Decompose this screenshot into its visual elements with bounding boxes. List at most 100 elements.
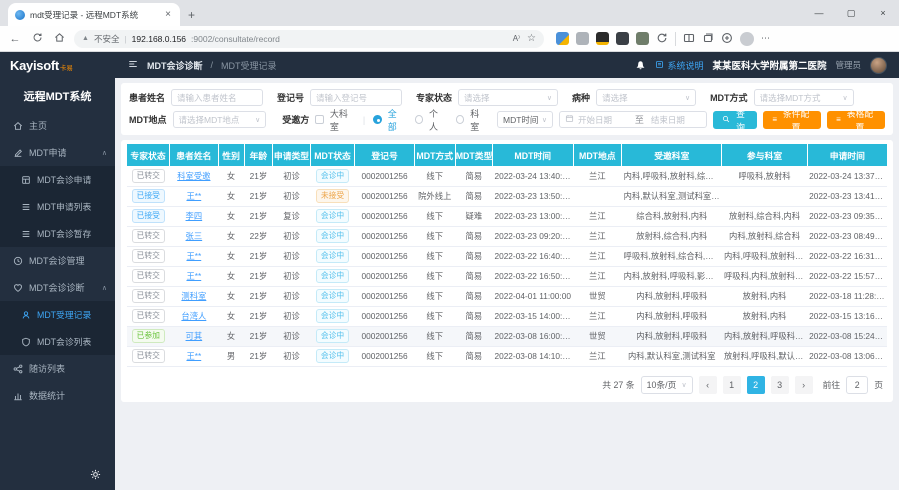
patient-name-link[interactable]: 台湾人 (181, 311, 206, 321)
collections-icon[interactable] (702, 32, 714, 46)
mdt-place-select[interactable]: 请选择MDT地点∨ (173, 111, 267, 128)
table-cell: 简易 (455, 186, 492, 206)
table-row[interactable]: 已转交王**女21岁初诊会诊中0002001256线下简易2022-03-22 … (127, 246, 887, 266)
big-dept-checkbox[interactable] (315, 115, 324, 124)
sidebar-item-0[interactable]: 主页 (0, 112, 115, 139)
sidebar-subitem-3-0[interactable]: MDT受理记录 (0, 301, 115, 328)
table-cell: 已转交 (127, 166, 170, 186)
not-secure-warning-icon: ▲ (82, 35, 89, 42)
sidebar-item-3[interactable]: MDT会诊诊断∧ (0, 274, 115, 301)
reload-icon[interactable] (30, 32, 44, 46)
page-button-3[interactable]: 3 (771, 376, 789, 394)
radio-dept[interactable] (456, 115, 465, 124)
table-row[interactable]: 已接受王**女21岁初诊未接受0002001256院外线上简易2022-03-2… (127, 186, 887, 206)
sync-icon[interactable] (656, 32, 668, 46)
sidebar-item-2[interactable]: MDT会诊管理 (0, 247, 115, 274)
register-no-input[interactable] (310, 89, 402, 106)
patient-name-link[interactable]: 王** (186, 191, 201, 201)
table-cell: 2022-03-23 13:50:00 (492, 186, 573, 206)
new-tab-button[interactable]: + (188, 8, 195, 22)
url-field[interactable]: ▲ 不安全 | 192.168.0.156:9002/consultate/re… (74, 30, 544, 48)
sidebar-item-4[interactable]: 随访列表 (0, 355, 115, 382)
patient-name-link[interactable]: 测科室 (181, 291, 206, 301)
table-cell: 会诊中 (310, 346, 355, 366)
user-avatar[interactable] (870, 57, 887, 74)
table-row[interactable]: 已转交台湾人女21岁初诊会诊中0002001256线下简易2022-03-15 … (127, 306, 887, 326)
notification-bell-icon[interactable] (635, 59, 646, 72)
prev-page-button[interactable]: ‹ (699, 376, 717, 394)
extension-icon-4[interactable] (616, 32, 629, 45)
table-row[interactable]: 已接受李四女21岁复诊会诊中0002001256线下疑难2022-03-23 1… (127, 206, 887, 226)
settings-more-icon[interactable]: ⋯ (761, 33, 770, 44)
url-path: :9002/consultate/record (191, 34, 280, 44)
table-cell: 初诊 (273, 286, 310, 306)
disease-select[interactable]: 请选择∨ (596, 89, 696, 106)
split-screen-icon[interactable] (683, 32, 695, 46)
table-row[interactable]: 已转交王**女21岁初诊会诊中0002001256线下简易2022-03-22 … (127, 266, 887, 286)
column-header: 年龄 (244, 144, 273, 166)
chevron-down-icon: ∨ (547, 94, 552, 102)
patient-name-link[interactable]: 科室受邀 (177, 171, 210, 181)
sidebar-item-1[interactable]: MDT申请∧ (0, 139, 115, 166)
patient-name-link[interactable]: 王** (186, 351, 201, 361)
page-button-1[interactable]: 1 (723, 376, 741, 394)
date-range-picker[interactable]: 开始日期 至 结束日期 (559, 111, 707, 128)
table-row[interactable]: 已转交测科室女21岁初诊会诊中0002001256线下简易2022-04-01 … (127, 286, 887, 306)
patient-name-link[interactable]: 可其 (186, 331, 203, 341)
table-config-button[interactable]: ≡表格配置 (827, 111, 885, 129)
mdt-status-badge: 会诊中 (316, 309, 349, 323)
read-aloud-icon[interactable]: A⁾ (513, 34, 520, 43)
table-row[interactable]: 已转交张三女22岁初诊会诊中0002001256线下简易2022-03-23 0… (127, 226, 887, 246)
browser-essentials-icon[interactable] (721, 32, 733, 46)
sidebar-subitem-1-0[interactable]: MDT会诊申请 (0, 166, 115, 193)
hospital-name: 某某医科大学附属第二医院 (712, 58, 826, 72)
browser-tab[interactable]: mdt受理记录 - 远程MDT系统 × (8, 3, 180, 26)
extension-icon-1[interactable] (556, 32, 569, 45)
page-size-select[interactable]: 10条/页∨ (641, 376, 693, 394)
patient-name-link[interactable]: 张三 (186, 231, 203, 241)
condition-config-button[interactable]: ≡条件配置 (763, 111, 821, 129)
window-close-icon[interactable]: × (867, 0, 899, 26)
favorite-star-icon[interactable]: ☆ (527, 33, 536, 44)
page-button-2[interactable]: 2 (747, 376, 765, 394)
goto-unit: 页 (874, 378, 883, 391)
system-help-link[interactable]: 系统说明 (655, 59, 703, 72)
patient-name-link[interactable]: 王** (186, 271, 201, 281)
goto-page-input[interactable]: 2 (846, 376, 868, 394)
sidebar-subitem-1-1[interactable]: MDT申请列表 (0, 193, 115, 220)
sidebar-subitem-1-2[interactable]: MDT会诊暂存 (0, 220, 115, 247)
extension-icon-3[interactable] (596, 32, 609, 45)
table-row[interactable]: 已转交科室受邀女21岁初诊会诊中0002001256线下简易2022-03-24… (127, 166, 887, 186)
radio-all[interactable] (373, 115, 382, 124)
window-minimize-icon[interactable]: — (803, 0, 835, 26)
tab-title: mdt受理记录 - 远程MDT系统 (30, 9, 158, 21)
expert-status-select[interactable]: 请选择∨ (458, 89, 558, 106)
patient-name-link[interactable]: 王** (186, 251, 201, 261)
sidebar-item-5[interactable]: 数据统计 (0, 382, 115, 409)
table-cell: 王** (170, 246, 219, 266)
search-button[interactable]: 查询 (713, 111, 758, 129)
radio-personal[interactable] (415, 115, 424, 124)
extension-icon-2[interactable] (576, 32, 589, 45)
next-page-button[interactable]: › (795, 376, 813, 394)
table-cell: 0002001256 (355, 166, 414, 186)
back-icon[interactable]: ← (8, 33, 22, 45)
patient-name-input[interactable] (171, 89, 263, 106)
window-maximize-icon[interactable]: ▢ (835, 0, 867, 26)
patient-name-link[interactable]: 李四 (186, 211, 203, 221)
browser-profile-avatar[interactable] (740, 32, 754, 46)
mdt-mode-select[interactable]: 请选择MDT方式∨ (754, 89, 854, 106)
time-type-select[interactable]: MDT时间∨ (497, 111, 553, 128)
sidebar-subitem-3-1[interactable]: MDT会诊列表 (0, 328, 115, 355)
mdt-place-label: MDT地点 (129, 113, 167, 126)
column-header: 参与科室 (722, 144, 807, 166)
browser-home-icon[interactable] (52, 32, 66, 46)
extension-icon-5[interactable] (636, 32, 649, 45)
collapse-menu-icon[interactable] (127, 59, 139, 71)
tab-close-icon[interactable]: × (163, 9, 173, 20)
table-row[interactable]: 已转交王**男21岁初诊会诊中0002001256线下简易2022-03-08 … (127, 346, 887, 366)
table-row[interactable]: 已参加可其女21岁初诊会诊中0002001256线下简易2022-03-08 1… (127, 326, 887, 346)
table-cell: 兰江 (573, 246, 622, 266)
settings-gear-icon[interactable] (90, 469, 101, 482)
table-cell: 内科,放射科,呼吸科 (622, 286, 722, 306)
